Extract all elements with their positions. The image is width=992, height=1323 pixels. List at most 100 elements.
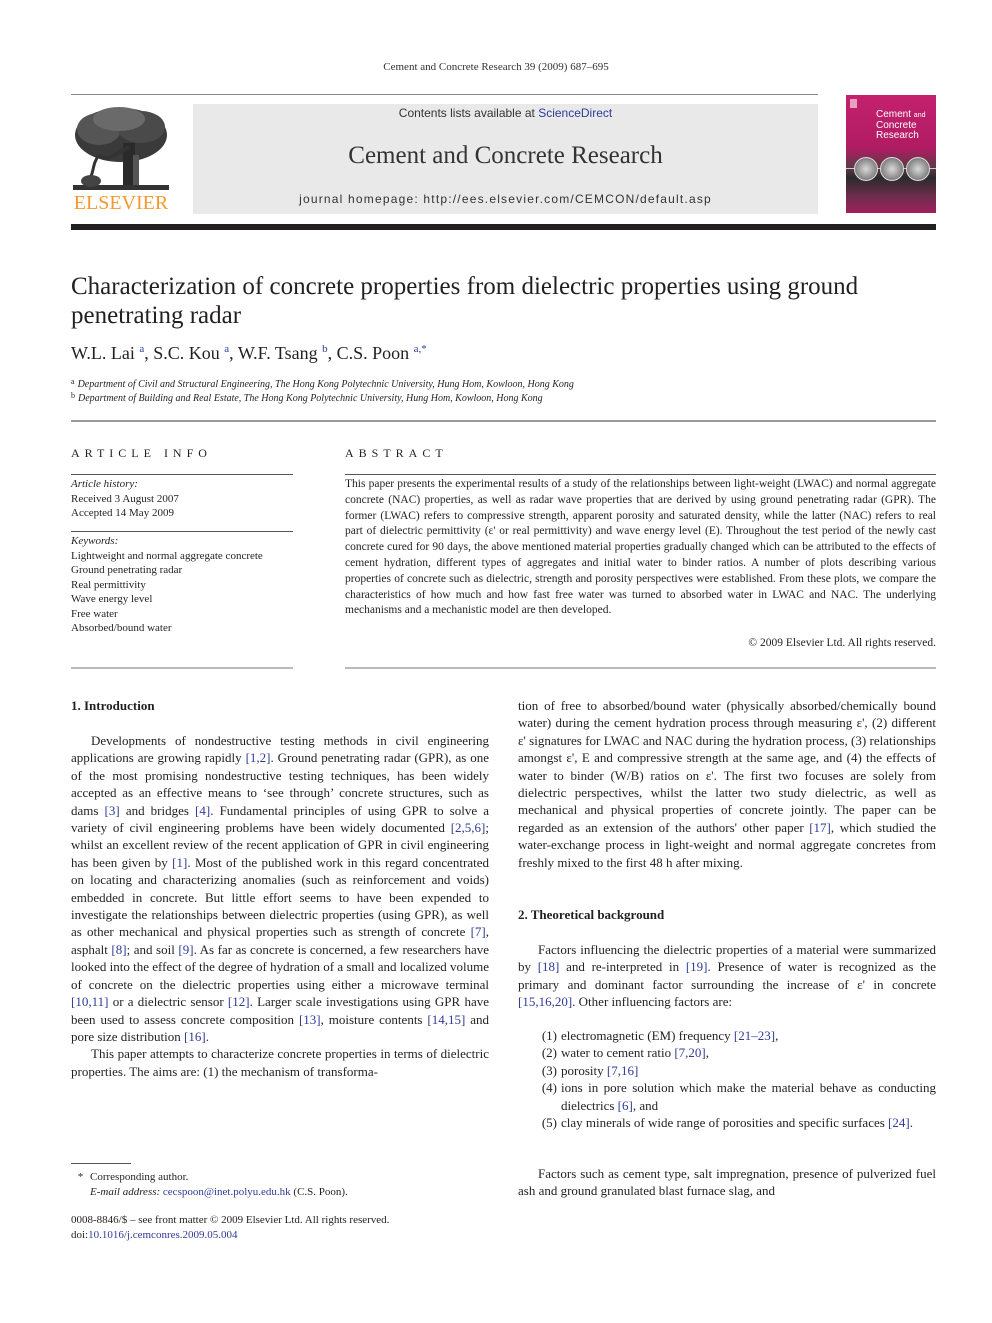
affiliation: a Department of Civil and Structural Engi… — [71, 377, 574, 390]
cover-sample-image — [854, 157, 878, 181]
journal-masthead: Contents lists available at ScienceDirec… — [193, 104, 818, 214]
doi-label: doi: — [71, 1229, 89, 1241]
corresponding-label: Corresponding author. — [90, 1171, 189, 1183]
author[interactable]: W.F. Tsang b — [238, 343, 328, 363]
cover-title-line1: Cement — [876, 109, 912, 120]
citation-link[interactable]: [9] — [178, 942, 193, 957]
affiliation-key: b — [71, 391, 75, 400]
journal-homepage[interactable]: journal homepage: http://ees.elsevier.co… — [193, 192, 818, 206]
list-text: electromagnetic (EM) frequency [21–23], — [561, 1027, 936, 1044]
citation-link[interactable]: [2,5,6] — [451, 820, 486, 835]
citation-link[interactable]: [12] — [228, 994, 250, 1009]
citation-link[interactable]: [10,11] — [71, 994, 108, 1009]
abstract-copyright: © 2009 Elsevier Ltd. All rights reserved… — [748, 637, 936, 649]
body-column-right: tion of free to absorbed/bound water (ph… — [518, 697, 936, 871]
keyword: Ground penetrating radar — [71, 564, 183, 576]
section-rule — [71, 420, 936, 422]
issn-copyright: 0008-8846/$ – see front matter © 2009 El… — [71, 1214, 390, 1226]
cover-sample-image — [880, 157, 904, 181]
text-run: tion of free to absorbed/bound water (ph… — [518, 698, 936, 835]
text-run: water to cement ratio — [561, 1045, 675, 1061]
citation-link[interactable]: [18] — [538, 959, 560, 974]
citation-link[interactable]: [14,15] — [427, 1012, 465, 1027]
text-run: ; and soil — [126, 941, 179, 957]
text-run: . Other influencing factors are: — [572, 994, 733, 1010]
article-history: Article history: Received 3 August 2007 … — [71, 477, 301, 521]
author[interactable]: W.L. Lai a — [71, 343, 144, 363]
cover-publisher-badge — [850, 99, 857, 108]
journal-title: Cement and Concrete Research — [348, 142, 663, 169]
journal-cover[interactable]: Cement and Concrete Research — [846, 95, 936, 213]
list-number: (3) — [541, 1062, 557, 1078]
list-item: (5) clay minerals of wide range of porosi… — [518, 1114, 936, 1131]
affiliation-key: a — [71, 377, 75, 386]
text-run: . — [205, 1028, 209, 1044]
masthead-rule — [71, 224, 936, 230]
keyword: Absorbed/bound water — [71, 622, 172, 634]
list-number: (1) — [541, 1028, 557, 1043]
factor-list: (1) electromagnetic (EM) frequency [21–23… — [518, 1027, 936, 1131]
author-name: W.L. Lai — [71, 343, 135, 363]
doi-link[interactable]: 10.1016/j.cemconres.2009.05.004 — [88, 1229, 237, 1241]
author-list: W.L. Lai a, S.C. Kou a, W.F. Tsang b, C.… — [71, 343, 427, 364]
tree-icon — [73, 107, 169, 190]
citation-link[interactable]: [1,2] — [246, 750, 271, 765]
divider — [71, 474, 293, 475]
abstract-text: This paper presents the experimental res… — [345, 478, 936, 617]
divider — [345, 667, 936, 669]
author-separator: , — [327, 343, 337, 363]
citation-link[interactable]: [16] — [184, 1029, 206, 1044]
citation-link[interactable]: [13] — [299, 1012, 321, 1027]
header-rule — [71, 94, 818, 95]
text-run: , moisture contents — [320, 1011, 428, 1027]
email-label: E-mail address: — [90, 1186, 161, 1198]
affiliation-marker[interactable]: a,* — [414, 343, 427, 355]
email-suffix: (C.S. Poon). — [290, 1186, 348, 1198]
paragraph: tion of free to absorbed/bound water (ph… — [518, 697, 936, 871]
text-run: , — [775, 1028, 779, 1043]
cover-sample-image — [906, 157, 930, 181]
author-separator: , — [229, 343, 238, 363]
citation-link[interactable]: [4] — [195, 803, 210, 818]
footnote-rule — [71, 1163, 131, 1164]
list-text: water to cement ratio [7,20], — [561, 1044, 936, 1061]
list-number: (4) — [541, 1080, 557, 1096]
citation-link[interactable]: [17] — [809, 820, 831, 835]
affiliation: b Department of Building and Real Estate,… — [71, 391, 543, 404]
author[interactable]: S.C. Kou a — [153, 343, 229, 363]
running-header: Cement and Concrete Research 39 (2009) 6… — [383, 61, 609, 73]
citation-link[interactable]: [19] — [686, 959, 708, 974]
author-name: S.C. Kou — [153, 343, 220, 363]
text-run: electromagnetic (EM) frequency — [561, 1028, 734, 1043]
abstract-heading: ABSTRACT — [345, 446, 448, 460]
author[interactable]: C.S. Poon a,* — [337, 343, 427, 363]
email-link[interactable]: cecspoon@inet.polyu.edu.hk — [163, 1186, 291, 1198]
citation-link[interactable]: [1] — [172, 855, 187, 870]
citation-link[interactable]: [6] — [618, 1098, 633, 1113]
citation-link[interactable]: [7] — [471, 924, 486, 939]
received-date: Received 3 August 2007 — [71, 492, 179, 505]
citation-link[interactable]: [7,16] — [607, 1063, 638, 1078]
publisher-name: ELSEVIER — [73, 192, 169, 214]
citation-link[interactable]: [15,16,20] — [518, 994, 572, 1009]
contents-line: Contents lists available at ScienceDirec… — [193, 106, 818, 120]
text-run: clay minerals of wide range of porositie… — [561, 1115, 889, 1131]
keywords: Keywords: Lightweight and normal aggrega… — [71, 534, 301, 636]
cover-title-and: and — [913, 112, 926, 119]
text-run: . — [909, 1115, 913, 1131]
affiliation-text: Department of Civil and Structural Engin… — [77, 379, 574, 390]
list-item: (2) water to cement ratio [7,20], — [518, 1044, 936, 1061]
article-title: Characterization of concrete properties … — [71, 273, 859, 329]
text-run: and bridges — [119, 802, 196, 818]
citation-link[interactable]: [24] — [888, 1115, 910, 1130]
publisher-logo[interactable]: ELSEVIER — [69, 105, 173, 215]
affiliation-text: Department of Building and Real Estate, … — [78, 393, 543, 404]
citation-link[interactable]: [21–23] — [734, 1028, 775, 1043]
citation-link[interactable]: [8] — [111, 942, 126, 957]
citation-link[interactable]: [7,20] — [674, 1045, 705, 1060]
text-run: , — [705, 1045, 710, 1061]
sciencedirect-link[interactable]: ScienceDirect — [538, 106, 612, 120]
paragraph: Factors such as cement type, salt impreg… — [518, 1166, 936, 1199]
paragraph: Factors influencing the dielectric prope… — [518, 941, 936, 1011]
citation-link[interactable]: [3] — [105, 803, 120, 818]
